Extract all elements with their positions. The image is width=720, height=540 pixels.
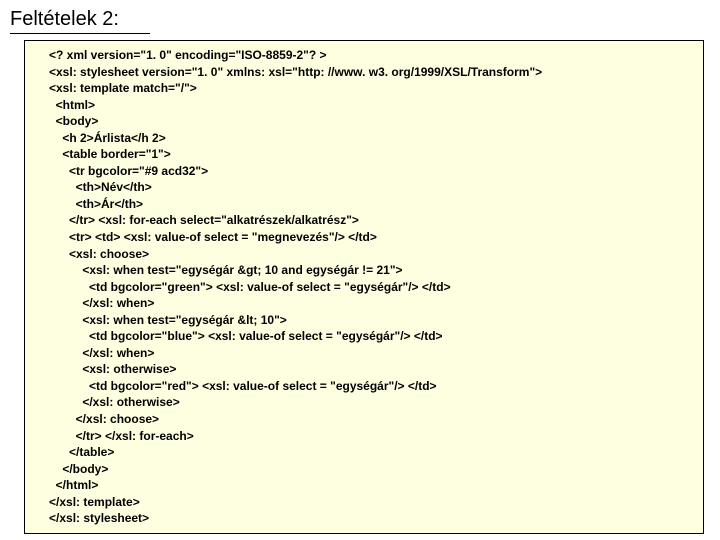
page: Feltételek 2: <? xml version="1. 0" enco… [0,0,720,540]
code-block: <? xml version="1. 0" encoding="ISO-8859… [24,40,704,534]
section-title: Feltételek 2: [10,8,150,34]
